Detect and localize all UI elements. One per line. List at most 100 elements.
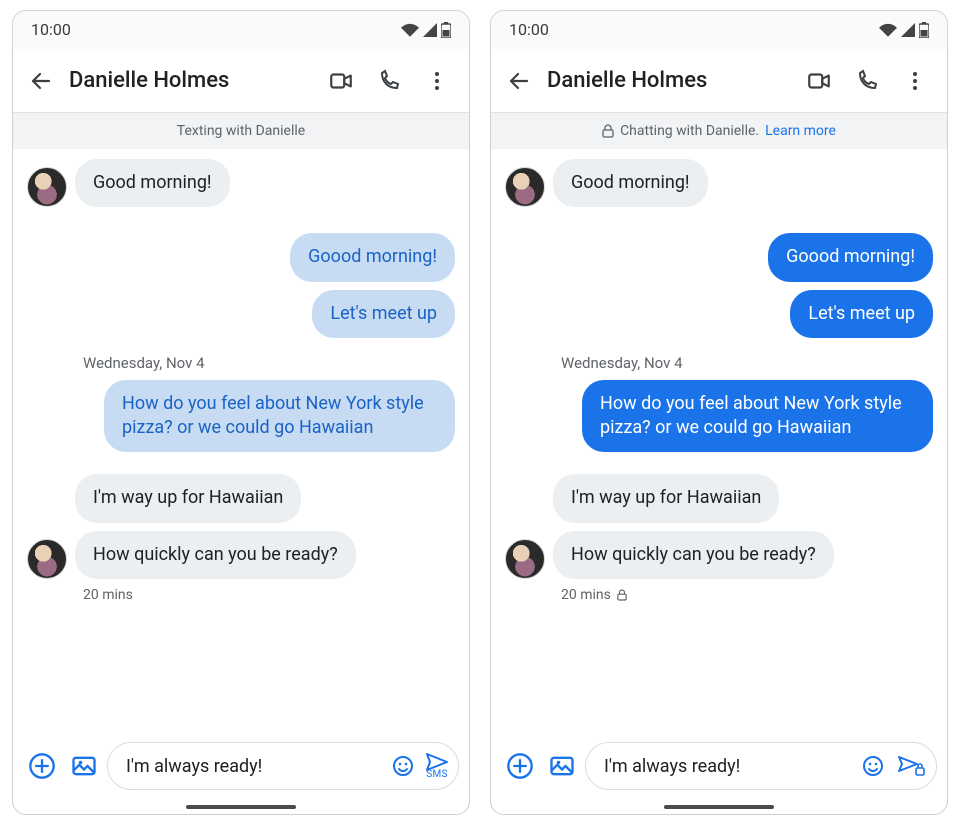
contact-name: Danielle Holmes bbox=[65, 68, 317, 93]
avatar-spacer bbox=[505, 522, 545, 523]
phone-screen-sms: 10:00 Danielle Holmes Texting with Danie… bbox=[12, 10, 470, 815]
message-bubble-in[interactable]: I'm way up for Hawaiian bbox=[553, 474, 779, 522]
emoji-icon bbox=[391, 754, 415, 778]
emoji-icon bbox=[861, 754, 885, 778]
overflow-menu-button[interactable] bbox=[891, 57, 939, 105]
message-bubble-out[interactable]: How do you feel about New York style piz… bbox=[104, 380, 455, 453]
status-bar: 10:00 bbox=[13, 11, 469, 49]
emoji-button[interactable] bbox=[386, 747, 420, 785]
composer-input[interactable]: I'm always ready! bbox=[585, 742, 937, 790]
signal-icon bbox=[901, 23, 915, 37]
gallery-button[interactable] bbox=[65, 747, 103, 785]
emoji-button[interactable] bbox=[856, 747, 890, 785]
message-row-in: Good morning! bbox=[505, 159, 933, 207]
app-bar: Danielle Holmes bbox=[491, 49, 947, 113]
status-time: 10:00 bbox=[509, 20, 549, 39]
back-button[interactable] bbox=[17, 57, 65, 105]
message-bubble-in[interactable]: I'm way up for Hawaiian bbox=[75, 474, 301, 522]
signal-icon bbox=[423, 23, 437, 37]
more-vert-icon bbox=[903, 69, 927, 93]
plus-circle-icon bbox=[506, 752, 534, 780]
date-separator: Wednesday, Nov 4 bbox=[27, 346, 455, 372]
message-row-in: How quickly can you be ready? bbox=[27, 531, 455, 579]
voice-call-button[interactable] bbox=[365, 57, 413, 105]
avatar-spacer bbox=[27, 522, 67, 523]
message-row-out: How do you feel about New York style piz… bbox=[505, 380, 933, 453]
phone-icon bbox=[377, 69, 401, 93]
avatar[interactable] bbox=[27, 539, 67, 579]
send-mode-label: SMS bbox=[426, 769, 448, 780]
composer-bar: I'm always ready! SMS bbox=[13, 736, 469, 800]
more-vert-icon bbox=[425, 69, 449, 93]
status-icons bbox=[879, 22, 929, 38]
chat-scroll[interactable]: Good morning! Goood morning! Let's meet … bbox=[13, 149, 469, 736]
battery-icon bbox=[919, 22, 929, 38]
lock-icon bbox=[602, 124, 614, 138]
send-button[interactable] bbox=[894, 747, 928, 785]
message-row-in: Good morning! bbox=[27, 159, 455, 207]
message-row-in: I'm way up for Hawaiian bbox=[27, 474, 455, 522]
plus-circle-icon bbox=[28, 752, 56, 780]
composer-text: I'm always ready! bbox=[126, 756, 382, 777]
contact-name: Danielle Holmes bbox=[543, 68, 795, 93]
app-bar: Danielle Holmes bbox=[13, 49, 469, 113]
image-icon bbox=[70, 752, 98, 780]
image-icon bbox=[548, 752, 576, 780]
add-button[interactable] bbox=[23, 747, 61, 785]
message-bubble-out[interactable]: Goood morning! bbox=[290, 233, 455, 281]
message-bubble-in[interactable]: How quickly can you be ready? bbox=[553, 531, 834, 579]
status-icons bbox=[401, 22, 451, 38]
message-bubble-out[interactable]: How do you feel about New York style piz… bbox=[582, 380, 933, 453]
conversation-banner: Texting with Danielle bbox=[13, 113, 469, 149]
phone-icon bbox=[855, 69, 879, 93]
message-row-out: Goood morning! bbox=[27, 233, 455, 281]
avatar[interactable] bbox=[505, 167, 545, 207]
add-button[interactable] bbox=[501, 747, 539, 785]
message-bubble-in[interactable]: Good morning! bbox=[75, 159, 230, 207]
message-row-in: I'm way up for Hawaiian bbox=[505, 474, 933, 522]
message-bubble-out[interactable]: Goood morning! bbox=[768, 233, 933, 281]
wifi-icon bbox=[879, 23, 897, 37]
send-lock-icon bbox=[897, 754, 925, 778]
arrow-left-icon bbox=[29, 69, 53, 93]
composer-bar: I'm always ready! bbox=[491, 736, 947, 800]
status-bar: 10:00 bbox=[491, 11, 947, 49]
banner-text: Chatting with Danielle. bbox=[620, 123, 759, 139]
video-icon bbox=[806, 68, 832, 94]
send-button[interactable]: SMS bbox=[424, 752, 450, 780]
message-row-out: Let's meet up bbox=[505, 290, 933, 338]
wifi-icon bbox=[401, 23, 419, 37]
conversation-banner: Chatting with Danielle. Learn more bbox=[491, 113, 947, 149]
video-icon bbox=[328, 68, 354, 94]
video-call-button[interactable] bbox=[795, 57, 843, 105]
avatar[interactable] bbox=[27, 167, 67, 207]
voice-call-button[interactable] bbox=[843, 57, 891, 105]
composer-text: I'm always ready! bbox=[604, 756, 852, 777]
gallery-button[interactable] bbox=[543, 747, 581, 785]
message-row-out: Let's meet up bbox=[27, 290, 455, 338]
message-row-in: How quickly can you be ready? bbox=[505, 531, 933, 579]
message-row-out: Goood morning! bbox=[505, 233, 933, 281]
banner-link[interactable]: Learn more bbox=[765, 123, 836, 139]
gesture-bar bbox=[13, 800, 469, 814]
message-timestamp: 20 mins bbox=[505, 587, 933, 603]
composer-input[interactable]: I'm always ready! SMS bbox=[107, 742, 459, 790]
message-timestamp: 20 mins bbox=[27, 587, 455, 603]
video-call-button[interactable] bbox=[317, 57, 365, 105]
arrow-left-icon bbox=[507, 69, 531, 93]
back-button[interactable] bbox=[495, 57, 543, 105]
overflow-menu-button[interactable] bbox=[413, 57, 461, 105]
message-bubble-in[interactable]: How quickly can you be ready? bbox=[75, 531, 356, 579]
message-bubble-in[interactable]: Good morning! bbox=[553, 159, 708, 207]
message-bubble-out[interactable]: Let's meet up bbox=[790, 290, 933, 338]
gesture-bar bbox=[491, 800, 947, 814]
banner-text: Texting with Danielle bbox=[177, 123, 305, 139]
message-bubble-out[interactable]: Let's meet up bbox=[312, 290, 455, 338]
date-separator: Wednesday, Nov 4 bbox=[505, 346, 933, 372]
chat-scroll[interactable]: Good morning! Goood morning! Let's meet … bbox=[491, 149, 947, 736]
message-row-out: How do you feel about New York style piz… bbox=[27, 380, 455, 453]
avatar[interactable] bbox=[505, 539, 545, 579]
battery-icon bbox=[441, 22, 451, 38]
status-time: 10:00 bbox=[31, 20, 71, 39]
lock-icon bbox=[617, 589, 627, 601]
